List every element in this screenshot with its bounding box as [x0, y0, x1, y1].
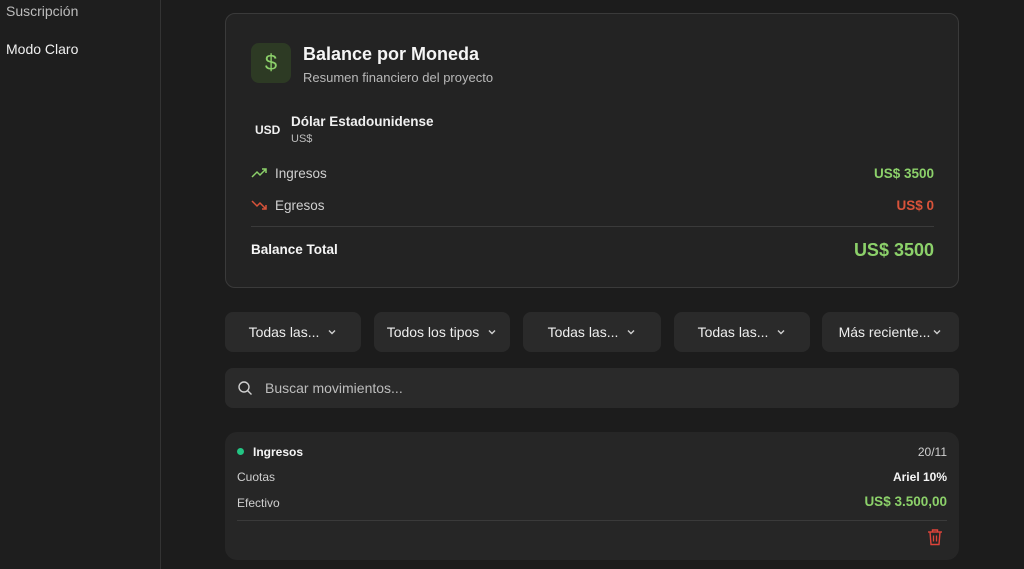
filter-bar: Todas las... Todos los tipos Todas las..… — [225, 312, 959, 352]
dollar-icon: $ — [251, 43, 291, 83]
income-value: US$ 3500 — [873, 165, 934, 181]
filter-label: Todos los tipos — [386, 324, 480, 340]
status-dot — [237, 448, 244, 455]
filter-dropdown-4[interactable]: Todas las... — [674, 312, 810, 352]
filter-label: Todas las... — [248, 324, 320, 340]
movement-person: Ariel 10% — [892, 470, 947, 484]
filter-dropdown-1[interactable]: Todas las... — [225, 312, 361, 352]
payment-method: Efectivo — [237, 496, 280, 510]
filter-label: Todas las... — [547, 324, 619, 340]
currency-name: Dólar Estadounidense — [291, 114, 434, 129]
income-row: Ingresos US$ 3500 — [251, 163, 934, 183]
movement-type: Ingresos — [253, 445, 304, 459]
filter-label: Más reciente... — [838, 324, 931, 340]
movement-amount: US$ 3.500,00 — [864, 494, 947, 509]
income-label: Ingresos — [275, 165, 327, 181]
sidebar-item-subscription[interactable]: Suscripción — [6, 3, 78, 19]
balance-card: $ Balance por Moneda Resumen financiero … — [225, 13, 959, 288]
filter-dropdown-type[interactable]: Todos los tipos — [374, 312, 510, 352]
trending-up-icon — [251, 166, 267, 180]
movement-card[interactable]: Ingresos 20/11 Cuotas Ariel 10% Efectivo… — [225, 432, 959, 560]
sidebar-item-light-mode[interactable]: Modo Claro — [6, 41, 78, 57]
chevron-down-icon — [932, 327, 942, 337]
chevron-down-icon — [776, 327, 786, 337]
expense-row: Egresos US$ 0 — [251, 195, 934, 215]
divider — [237, 520, 947, 521]
search-icon — [237, 380, 253, 396]
main-content: $ Balance por Moneda Resumen financiero … — [161, 0, 1024, 569]
trash-icon[interactable] — [927, 528, 943, 546]
total-balance-value: US$ 3500 — [853, 240, 934, 260]
filter-dropdown-3[interactable]: Todas las... — [523, 312, 661, 352]
movement-date: 20/11 — [917, 445, 947, 459]
divider — [251, 226, 934, 227]
card-subtitle: Resumen financiero del proyecto — [303, 70, 494, 85]
chevron-down-icon — [487, 327, 497, 337]
card-title: Balance por Moneda — [303, 44, 480, 64]
sidebar: Suscripción Modo Claro — [0, 0, 161, 569]
trending-down-icon — [251, 198, 267, 212]
total-balance-label: Balance Total — [251, 242, 338, 257]
sort-dropdown[interactable]: Más reciente... — [822, 312, 959, 352]
filter-label: Todas las... — [697, 324, 769, 340]
movement-category: Cuotas — [237, 470, 276, 484]
search-input[interactable] — [265, 380, 959, 396]
search-bar — [225, 368, 959, 408]
expense-value: US$ 0 — [896, 197, 934, 213]
chevron-down-icon — [626, 327, 636, 337]
expense-label: Egresos — [275, 197, 325, 213]
currency-symbol: US$ — [291, 133, 313, 145]
chevron-down-icon — [327, 327, 337, 337]
currency-code: USD — [255, 123, 281, 137]
